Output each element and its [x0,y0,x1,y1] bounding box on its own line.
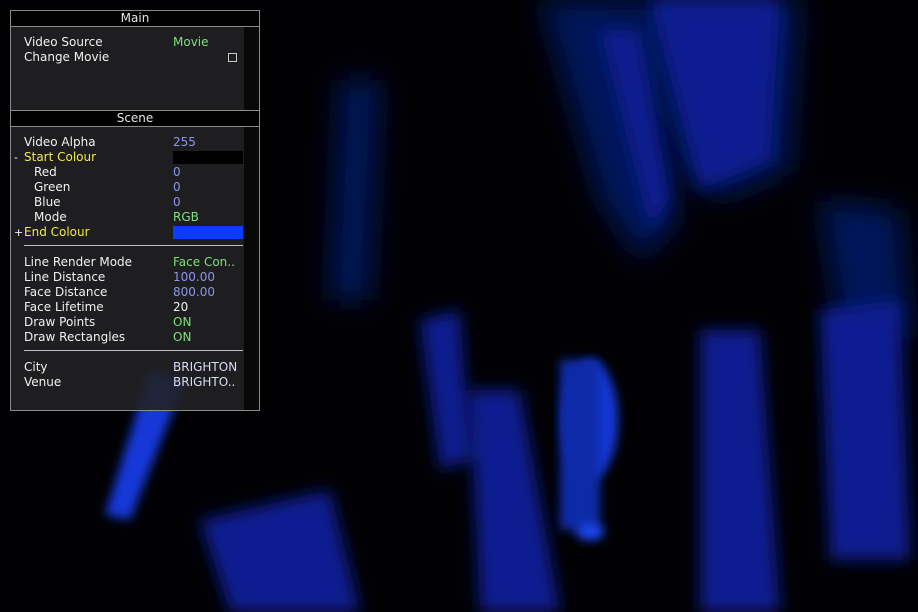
label-green: Green [34,180,71,194]
label-line-render-mode: Line Render Mode [24,255,133,269]
value-green[interactable]: 0 [173,180,181,195]
value-video-alpha[interactable]: 255 [173,135,196,150]
main-panel-body: Video Source Movie Change Movie [11,27,244,110]
label-blue: Blue [34,195,61,209]
label-mode: Mode [34,210,67,224]
row-city[interactable]: City BRIGHTON [24,360,244,375]
value-blue[interactable]: 0 [173,195,181,210]
scene-panel-body: Video Alpha 255 - Start Colour Red 0 Gre… [11,127,244,410]
row-start-colour[interactable]: - Start Colour [14,150,244,165]
row-line-distance[interactable]: Line Distance 100.00 [24,270,244,285]
row-face-distance[interactable]: Face Distance 800.00 [24,285,244,300]
label-venue: Venue [24,375,62,389]
row-draw-points[interactable]: Draw Points ON [24,315,244,330]
main-panel-header[interactable]: Main [11,11,259,27]
scene-panel: Scene Video Alpha 255 - Start Colour Red… [10,110,260,411]
start-colour-swatch[interactable] [173,151,243,164]
row-draw-rectangles[interactable]: Draw Rectangles ON [24,330,244,345]
value-red[interactable]: 0 [173,165,181,180]
row-video-source[interactable]: Video Source Movie [24,35,244,50]
label-city: City [24,360,48,374]
separator [24,350,243,351]
row-green[interactable]: Green 0 [24,180,244,195]
label-change-movie: Change Movie [24,50,110,64]
value-line-distance[interactable]: 100.00 [173,270,215,285]
scene-panel-header[interactable]: Scene [11,111,259,127]
value-face-distance[interactable]: 800.00 [173,285,215,300]
value-face-lifetime[interactable]: 20 [173,300,188,315]
row-mode[interactable]: Mode RGB [24,210,244,225]
row-line-render-mode[interactable]: Line Render Mode Face Con.. [24,255,244,270]
label-line-distance: Line Distance [24,270,106,284]
collapse-icon[interactable]: - [14,150,18,165]
separator [24,245,243,246]
row-video-alpha[interactable]: Video Alpha 255 [24,135,244,150]
label-start-colour: Start Colour [24,150,97,164]
change-movie-checkbox[interactable] [228,53,237,62]
label-video-alpha: Video Alpha [24,135,96,149]
row-red[interactable]: Red 0 [24,165,244,180]
main-panel-scrollbar[interactable] [244,27,259,110]
label-face-distance: Face Distance [24,285,108,299]
label-draw-rectangles: Draw Rectangles [24,330,126,344]
value-venue[interactable]: BRIGHTO.. [173,375,235,390]
label-draw-points: Draw Points [24,315,96,329]
label-face-lifetime: Face Lifetime [24,300,104,314]
scene-panel-scrollbar[interactable] [244,127,259,410]
label-video-source: Video Source [24,35,103,49]
main-panel: Main Video Source Movie Change Movie [10,10,260,110]
value-mode[interactable]: RGB [173,210,199,225]
row-face-lifetime[interactable]: Face Lifetime 20 [24,300,244,315]
row-change-movie[interactable]: Change Movie [24,50,244,65]
value-line-render-mode[interactable]: Face Con.. [173,255,235,270]
value-city[interactable]: BRIGHTON [173,360,237,375]
row-blue[interactable]: Blue 0 [24,195,244,210]
label-red: Red [34,165,57,179]
end-colour-swatch[interactable] [173,226,243,239]
value-video-source[interactable]: Movie [173,35,209,50]
value-draw-points[interactable]: ON [173,315,191,330]
expand-icon[interactable]: + [14,225,23,240]
value-draw-rectangles[interactable]: ON [173,330,191,345]
label-end-colour: End Colour [24,225,90,239]
row-venue[interactable]: Venue BRIGHTO.. [24,375,244,390]
row-end-colour[interactable]: + End Colour [14,225,244,240]
